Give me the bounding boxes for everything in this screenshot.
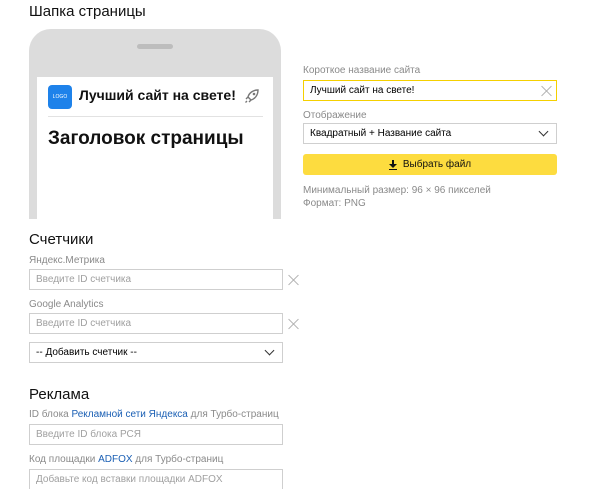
section-title-ads: Реклама (29, 386, 90, 403)
section-title-counters: Счетчики (29, 231, 94, 248)
adfox-link[interactable]: ADFOX (98, 454, 132, 465)
ga-label: Google Analytics (29, 299, 104, 310)
clear-icon[interactable] (541, 85, 553, 97)
metrika-id-input[interactable] (29, 269, 283, 290)
rsya-id-input[interactable] (29, 424, 283, 445)
chevron-down-icon (538, 126, 549, 137)
rsya-label-suffix: для Турбо-страниц (187, 409, 279, 420)
display-label: Отображение (303, 110, 367, 121)
remove-metrika-icon[interactable] (288, 274, 300, 286)
add-counter-select-value: -- Добавить счетчик -- (36, 347, 137, 358)
rsya-label: ID блока Рекламной сети Яндекса для Турб… (29, 409, 279, 420)
upload-hint-format: Формат: PNG (303, 198, 366, 209)
adfox-label: Код площадки ADFOX для Турбо-страниц (29, 454, 223, 465)
add-counter-select[interactable]: -- Добавить счетчик -- (29, 342, 283, 363)
rsya-link[interactable]: Рекламной сети Яндекса (72, 409, 188, 420)
adfox-label-prefix: Код площадки (29, 454, 99, 465)
download-icon (388, 159, 397, 170)
choose-file-label: Выбрать файл (402, 159, 472, 170)
rocket-icon (245, 89, 259, 103)
chevron-down-icon (264, 345, 275, 356)
adfox-code-input[interactable] (29, 469, 283, 489)
logo-icon: LOGO (48, 85, 72, 109)
preview-page-heading: Заголовок страницы (48, 128, 244, 149)
preview-divider (48, 116, 263, 117)
display-select[interactable]: Квадратный + Название сайта (303, 123, 557, 144)
adfox-label-suffix: для Турбо-страниц (132, 454, 224, 465)
display-select-value: Квадратный + Название сайта (310, 128, 452, 139)
preview-site-name: Лучший сайт на свете! (79, 87, 236, 103)
upload-hint-size: Минимальный размер: 96 × 96 пикселей (303, 185, 491, 196)
short-name-label: Короткое название сайта (303, 65, 421, 76)
phone-speaker (137, 44, 173, 49)
remove-ga-icon[interactable] (288, 318, 300, 330)
ga-id-input[interactable] (29, 313, 283, 334)
rsya-label-prefix: ID блока (29, 409, 72, 420)
section-title-header: Шапка страницы (29, 3, 146, 20)
choose-file-button[interactable]: Выбрать файл (303, 154, 557, 175)
short-name-input[interactable] (303, 80, 557, 101)
metrika-label: Яндекс.Метрика (29, 255, 105, 266)
